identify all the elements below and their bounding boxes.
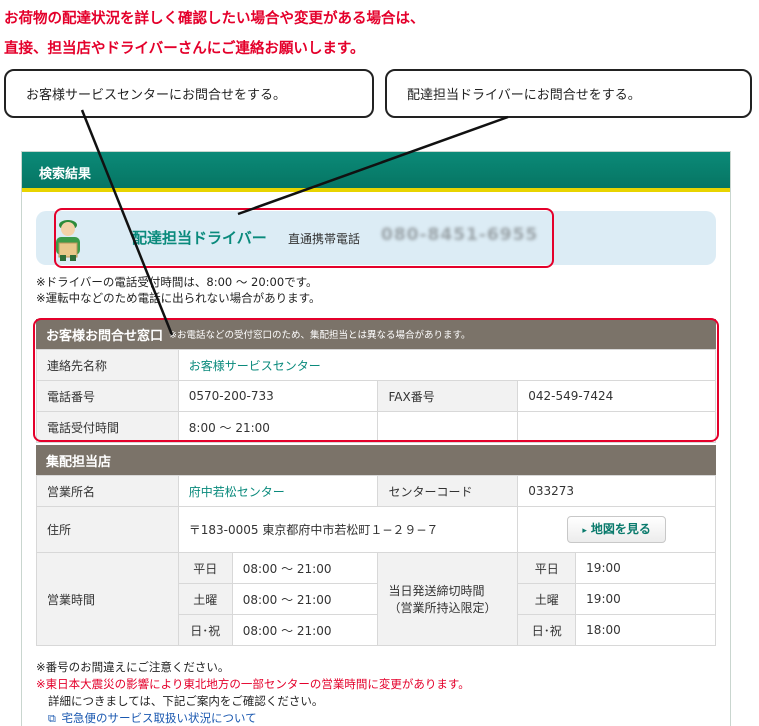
hours-sunday-holiday: 08:00 〜 21:00 [231,614,379,646]
cutoff-saturday: 19:00 [575,583,716,615]
driver-note-driving: ※運転中などのため電話に出られない場合があります。 [36,291,321,305]
driver-notes: ※ドライバーの電話受付時間は、8:00 〜 20:00です。 ※運転中などのため… [36,274,320,306]
customer-window-highlight-box [33,318,719,442]
branch-title: 集配担当店 [46,454,112,470]
footer-note-details: 詳細につきましては、下記ご案内をご確認ください。 [48,694,324,708]
callout-customer-center-text: お客様サービスセンターにお問合せをする。 [26,88,287,103]
intro-text: お荷物の配達状況を詳しく確認したい場合や変更がある場合は、 直接、担当店やドライ… [4,4,425,64]
callout-driver: 配達担当ドライバーにお問合せをする。 [385,69,752,118]
table-row: 営業時間 平日 08:00 〜 21:00 当日発送締切時間 （営業所持込限定）… [36,552,716,646]
callout-customer-center: お客様サービスセンターにお問合せをする。 [4,69,374,118]
day-weekday: 平日 [177,552,233,584]
service-status-link[interactable]: 宅急便のサービス取扱い状況について [60,711,257,725]
day-saturday: 土曜 [177,583,233,615]
branch-heading: 集配担当店 [36,445,716,475]
callout-driver-text: 配達担当ドライバーにお問合せをする。 [407,88,641,103]
footer-link-row: ⧉ 宅急便のサービス取扱い状況について [36,710,470,726]
hours-weekday: 08:00 〜 21:00 [231,552,379,584]
branch-table: 営業所名 府中若松センター センターコード 033273 住所 〒183-000… [36,475,716,646]
external-window-icon: ⧉ [48,712,56,725]
center-code-label: センターコード [377,475,519,507]
address-label: 住所 [36,506,179,553]
footer-note-number: ※番号のお間違えにご注意ください。 [36,660,230,674]
cutoff-day-sunday-holiday: 日･祝 [517,614,577,646]
footer-note-earthquake: ※東日本大震災の影響により東北地方の一部センターの営業時間に変更があります。 [36,677,470,691]
cutoff-day-saturday: 土曜 [517,583,577,615]
table-row: 住所 〒183-0005 東京都府中市若松町１−２９−７ ▸ 地図を見る [36,506,716,553]
office-name-label: 営業所名 [36,475,179,507]
map-cell: ▸ 地図を見る [517,506,716,553]
driver-note-hours: ※ドライバーの電話受付時間は、8:00 〜 20:00です。 [36,275,318,289]
office-name-link[interactable]: 府中若松センター [177,475,379,507]
cutoff-label-line1: 当日発送締切時間 [388,584,485,598]
cutoff-weekday: 19:00 [575,552,716,584]
chevron-right-icon: ▸ [582,526,587,536]
cutoff-sunday-holiday: 18:00 [575,614,716,646]
map-button-label: 地図を見る [590,522,651,536]
driver-highlight-box [54,208,554,268]
hours-saturday: 08:00 〜 21:00 [231,583,379,615]
cutoff-label-line2: （営業所持込限定） [388,601,497,615]
map-button[interactable]: ▸ 地図を見る [567,516,666,543]
center-code-value: 033273 [517,475,716,507]
business-hours-label: 営業時間 [36,552,179,646]
table-row: 営業所名 府中若松センター センターコード 033273 [36,475,716,507]
footer-notes: ※番号のお間違えにご注意ください。 ※東日本大震災の影響により東北地方の一部セン… [36,659,470,726]
address-value: 〒183-0005 東京都府中市若松町１−２９−７ [177,506,519,553]
cutoff-day-weekday: 平日 [517,552,577,584]
panel-title: 検索結果 [22,152,730,192]
cutoff-label: 当日発送締切時間 （営業所持込限定） [377,552,519,646]
intro-line-2: 直接、担当店やドライバーさんにご連絡お願いします。 [4,41,365,57]
day-sunday-holiday: 日･祝 [177,614,233,646]
intro-line-1: お荷物の配達状況を詳しく確認したい場合や変更がある場合は、 [4,11,425,27]
